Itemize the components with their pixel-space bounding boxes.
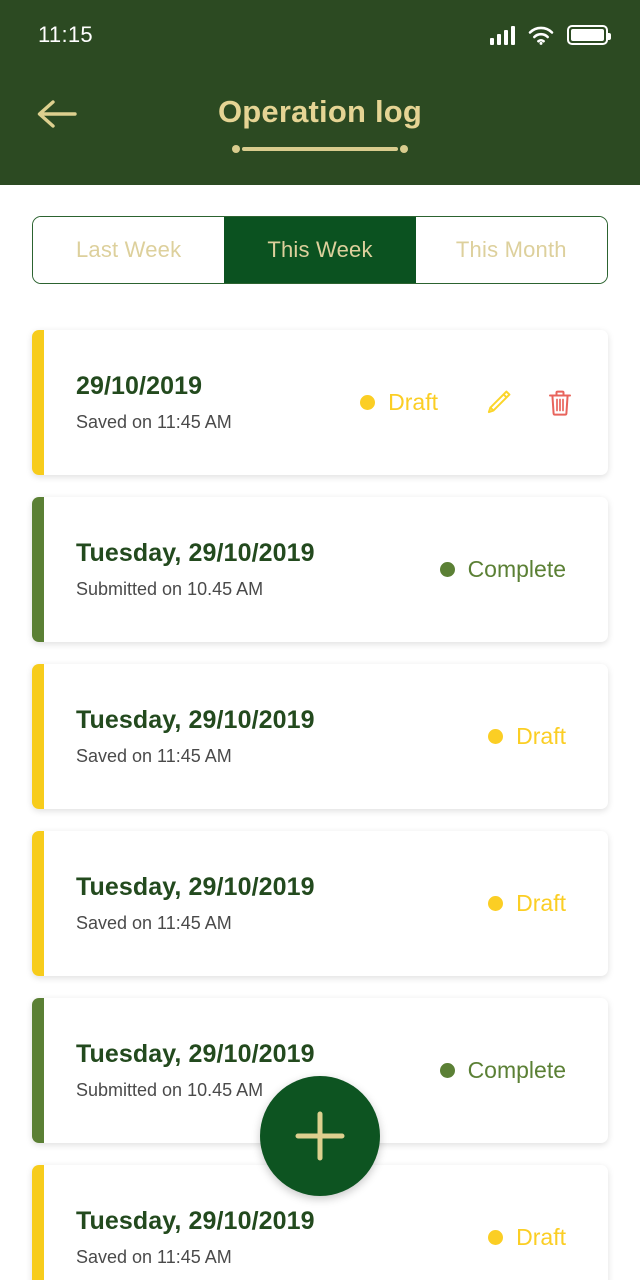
period-filter-tabs[interactable]: Last Week This Week This Month — [32, 216, 608, 284]
battery-full-icon — [567, 25, 611, 45]
log-entry-card[interactable]: 29/10/2019 Saved on 11:45 AM Draft — [32, 330, 608, 475]
card-right-block: Draft — [360, 385, 608, 421]
card-status-stripe — [32, 664, 44, 809]
add-log-fab[interactable] — [260, 1076, 380, 1196]
status-label: Draft — [516, 1224, 566, 1250]
status-badge: Complete — [439, 1057, 566, 1084]
status-dot-icon — [488, 1230, 504, 1245]
card-status-stripe — [32, 998, 44, 1143]
trash-icon — [549, 390, 571, 416]
log-entry-subtitle: Saved on 11:45 AM — [76, 1247, 232, 1267]
status-label: Draft — [388, 389, 438, 415]
status-label: Complete — [467, 1057, 566, 1083]
status-label: Complete — [467, 556, 566, 582]
log-entry-date: Tuesday, 29/10/2019 — [76, 873, 315, 901]
card-actions — [480, 385, 578, 421]
card-text-block: Tuesday, 29/10/2019 Saved on 11:45 AM — [32, 1207, 488, 1268]
log-entry-card[interactable]: Tuesday, 29/10/2019 Submitted on 10.45 A… — [32, 497, 608, 642]
navigation-bar: Operation log — [0, 78, 640, 168]
plus-icon — [295, 1111, 345, 1161]
log-entry-date: Tuesday, 29/10/2019 — [76, 1207, 315, 1235]
log-entry-subtitle: Submitted on 10.45 AM — [76, 1080, 264, 1100]
log-entry-date: Tuesday, 29/10/2019 — [76, 706, 315, 734]
status-dot-icon — [439, 562, 455, 577]
status-badge: Draft — [360, 389, 438, 416]
underline-bar — [242, 146, 398, 151]
status-badge: Complete — [439, 556, 566, 583]
log-entry-date: Tuesday, 29/10/2019 — [76, 539, 315, 567]
tab-this-month[interactable]: This Month — [415, 217, 607, 283]
title-underline-decoration — [232, 144, 408, 153]
log-entry-date: 29/10/2019 — [76, 372, 203, 400]
log-entry-card[interactable]: Tuesday, 29/10/2019 Saved on 11:45 AM Dr… — [32, 831, 608, 976]
log-entry-card[interactable]: Tuesday, 29/10/2019 Saved on 11:45 AM Dr… — [32, 664, 608, 809]
tab-last-week[interactable]: Last Week — [33, 217, 225, 283]
status-bar-icons — [489, 25, 611, 45]
status-badge: Draft — [488, 1224, 566, 1251]
status-label: Draft — [516, 723, 566, 749]
log-entry-subtitle: Submitted on 10.45 AM — [76, 579, 264, 599]
card-text-block: Tuesday, 29/10/2019 Saved on 11:45 AM — [32, 706, 488, 767]
log-entry-subtitle: Saved on 11:45 AM — [76, 746, 232, 766]
card-text-block: Tuesday, 29/10/2019 Submitted on 10.45 A… — [32, 1040, 440, 1101]
tab-this-week[interactable]: This Week — [224, 217, 416, 283]
status-dot-icon — [439, 1063, 455, 1078]
edit-button[interactable] — [480, 385, 516, 421]
status-bar: 11:15 — [0, 0, 640, 70]
page-title: Operation log — [217, 94, 423, 129]
card-text-block: 29/10/2019 Saved on 11:45 AM — [32, 372, 360, 433]
card-right-block: Draft — [488, 723, 608, 750]
status-dot-icon — [360, 395, 376, 410]
card-right-block: Complete — [439, 556, 608, 583]
app-header: 11:15 Operation log — [0, 0, 640, 185]
status-dot-icon — [488, 896, 504, 911]
underline-dot-left — [232, 144, 240, 153]
signal-bars-icon — [489, 25, 515, 45]
status-badge: Draft — [488, 723, 566, 750]
status-bar-time: 11:15 — [38, 22, 93, 47]
delete-button[interactable] — [542, 385, 578, 421]
card-status-stripe — [32, 497, 44, 642]
log-entry-subtitle: Saved on 11:45 AM — [76, 412, 232, 432]
card-right-block: Complete — [439, 1057, 608, 1084]
log-entry-subtitle: Saved on 11:45 AM — [76, 913, 232, 933]
log-entry-date: Tuesday, 29/10/2019 — [76, 1040, 315, 1068]
card-right-block: Draft — [488, 1224, 608, 1251]
card-text-block: Tuesday, 29/10/2019 Saved on 11:45 AM — [32, 873, 488, 934]
card-status-stripe — [32, 1165, 44, 1280]
wifi-icon — [528, 26, 554, 45]
status-dot-icon — [488, 729, 504, 744]
pencil-icon — [487, 390, 511, 413]
status-badge: Draft — [488, 890, 566, 917]
status-label: Draft — [516, 890, 566, 916]
card-status-stripe — [32, 330, 44, 475]
card-status-stripe — [32, 831, 44, 976]
card-right-block: Draft — [488, 890, 608, 917]
card-text-block: Tuesday, 29/10/2019 Submitted on 10.45 A… — [32, 539, 440, 600]
underline-dot-right — [400, 144, 408, 153]
